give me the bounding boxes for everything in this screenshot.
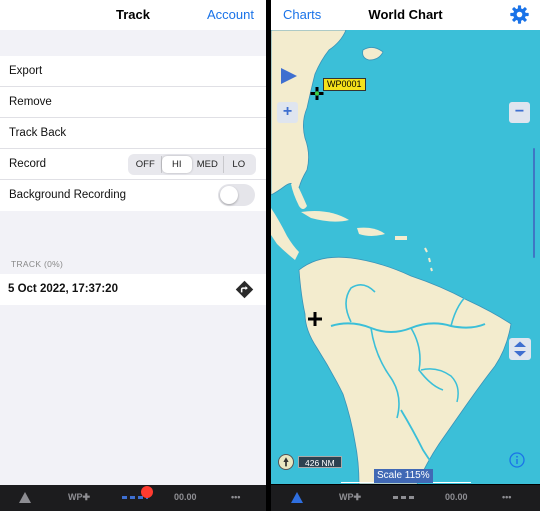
record-option-hi[interactable]: HI [161, 156, 192, 173]
puerto-rico-land [395, 236, 407, 240]
zoom-in-button[interactable]: + [277, 102, 298, 123]
zoom-out-button[interactable]: − [509, 102, 530, 123]
record-option-off[interactable]: OFF [130, 156, 162, 173]
toggle-knob [220, 186, 238, 204]
scale-percent: Scale 115% [374, 469, 433, 483]
account-button[interactable]: Account [207, 7, 254, 22]
track-recording-icon[interactable] [393, 496, 415, 499]
record-option-med[interactable]: MED [192, 156, 224, 173]
background-recording-label: Background Recording [9, 189, 126, 201]
add-waypoint-button[interactable]: WP✚ [339, 492, 361, 503]
left-toolbar: WP✚ 00.00 ••• [0, 485, 266, 511]
lesser-antilles-land [424, 247, 433, 272]
track-panel: Track Account Export Remove Track Back R… [0, 0, 266, 511]
background-recording-row: Background Recording [0, 180, 266, 211]
track-entry-date: 5 Oct 2022, 17:37:20 [8, 283, 118, 295]
navigate-triangle-icon[interactable] [18, 491, 32, 504]
directions-icon[interactable] [235, 280, 254, 299]
waypoint-marker-wp0001[interactable] [310, 87, 324, 100]
track-entry-row[interactable]: 5 Oct 2022, 17:37:20 [0, 274, 266, 305]
remove-row[interactable]: Remove [0, 87, 266, 118]
south-america-land [298, 256, 512, 484]
chart-navbar: Charts World Chart [271, 0, 540, 30]
gear-icon[interactable] [509, 4, 530, 25]
record-option-lo[interactable]: LO [224, 156, 255, 173]
track-back-row[interactable]: Track Back [0, 118, 266, 149]
chart-map[interactable]: WP0001 + − 426 NM Scale 115% [271, 30, 540, 484]
record-row: Record OFF HI MED LO [0, 149, 266, 180]
record-segmented-control: OFF HI MED LO [128, 154, 256, 175]
track-navbar: Track Account [0, 0, 266, 30]
cuba-land [301, 211, 349, 222]
record-label: Record [9, 158, 47, 170]
track-options-list: Export Remove Track Back Record OFF HI M… [0, 56, 266, 211]
up-down-arrows-icon[interactable] [509, 338, 531, 360]
time-readout[interactable]: 00.00 [174, 492, 197, 502]
chart-land-layer [271, 30, 512, 484]
chart-title: World Chart [368, 7, 443, 22]
navigate-triangle-icon[interactable] [290, 491, 304, 504]
scale-distance: 426 NM [298, 456, 342, 468]
right-toolbar: WP✚ 00.00 ••• [271, 485, 540, 511]
export-row[interactable]: Export [0, 56, 266, 87]
chart-scrollbar[interactable] [533, 148, 535, 258]
time-readout[interactable]: 00.00 [445, 492, 468, 502]
add-waypoint-button[interactable]: WP✚ [68, 492, 90, 503]
info-icon[interactable] [509, 452, 525, 468]
more-button[interactable]: ••• [502, 492, 511, 502]
more-button[interactable]: ••• [231, 492, 240, 502]
background-recording-toggle[interactable] [218, 184, 255, 206]
central-america-land [271, 208, 299, 260]
newfoundland-land [362, 47, 384, 61]
chart-panel: Charts World Chart WP0001 + − 426 NM Sca… [271, 0, 540, 511]
track-section-header: TRACK (0%) [11, 259, 64, 269]
hispaniola-land [357, 227, 385, 236]
record-dot-icon [141, 486, 153, 498]
scale-indicator: 426 NM [278, 454, 342, 470]
waypoint-label[interactable]: WP0001 [323, 78, 366, 91]
app-screen: Track Account Export Remove Track Back R… [0, 0, 540, 511]
north-arrow-icon[interactable] [278, 454, 294, 470]
